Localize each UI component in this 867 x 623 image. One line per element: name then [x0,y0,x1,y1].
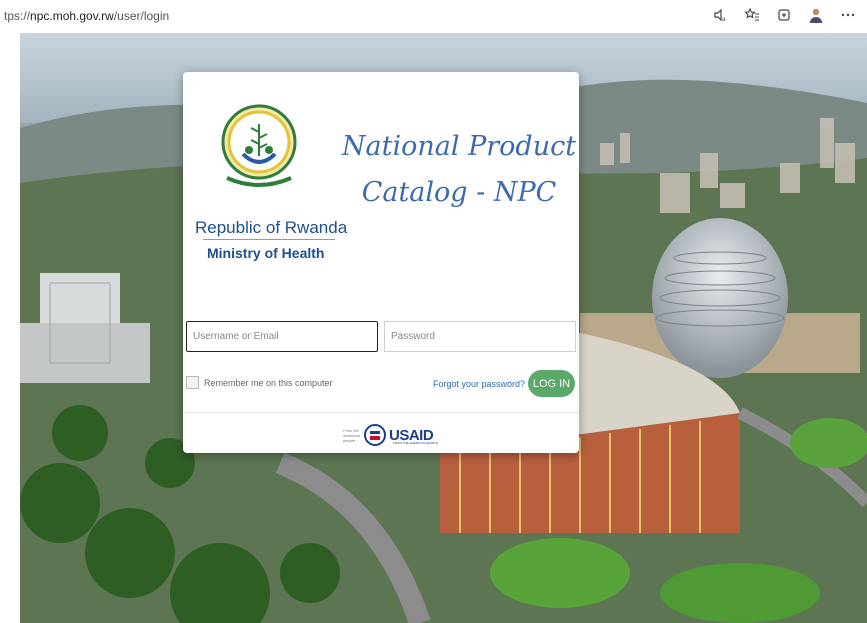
favorites-icon[interactable] [743,6,761,24]
svg-text:a: a [722,17,726,23]
ministry-label: Ministry of Health [207,245,325,261]
username-input[interactable]: Username or Email [186,321,378,352]
login-card: Republic of Rwanda Ministry of Health Na… [183,72,579,453]
collections-icon[interactable] [775,6,793,24]
branding-divider [203,239,335,240]
login-button[interactable]: LOG IN [528,370,575,397]
profile-avatar-icon[interactable] [807,6,825,24]
page-title: National Product Catalog - NPC [341,124,577,216]
republic-label: Republic of Rwanda [195,218,348,237]
url-prefix: tps:// [4,9,31,23]
usaid-tagline: FROM THE AMERICAN PEOPLE [393,441,438,445]
remember-label: Remember me on this computer [204,377,333,388]
address-bar[interactable]: tps://npc.moh.gov.rw/user/login [4,9,169,23]
usaid-pretext: From the American people [343,427,360,443]
remember-checkbox[interactable] [186,376,199,389]
read-aloud-icon[interactable]: a [711,6,729,24]
title-line-1: National Product [341,131,577,162]
url-path: /user/login [113,9,170,23]
rwanda-emblem-icon [219,98,299,194]
usaid-seal-icon [364,424,386,446]
remember-me[interactable]: Remember me on this computer [186,376,333,389]
password-input[interactable]: Password [384,321,576,352]
url-host: npc.moh.gov.rw [30,9,114,23]
card-divider [183,412,579,413]
title-line-2: Catalog - NPC [361,177,557,208]
browser-toolbar: tps://npc.moh.gov.rw/user/login a [0,0,867,33]
forgot-password-link[interactable]: Forgot your password? [433,379,525,389]
more-icon[interactable] [839,6,857,24]
